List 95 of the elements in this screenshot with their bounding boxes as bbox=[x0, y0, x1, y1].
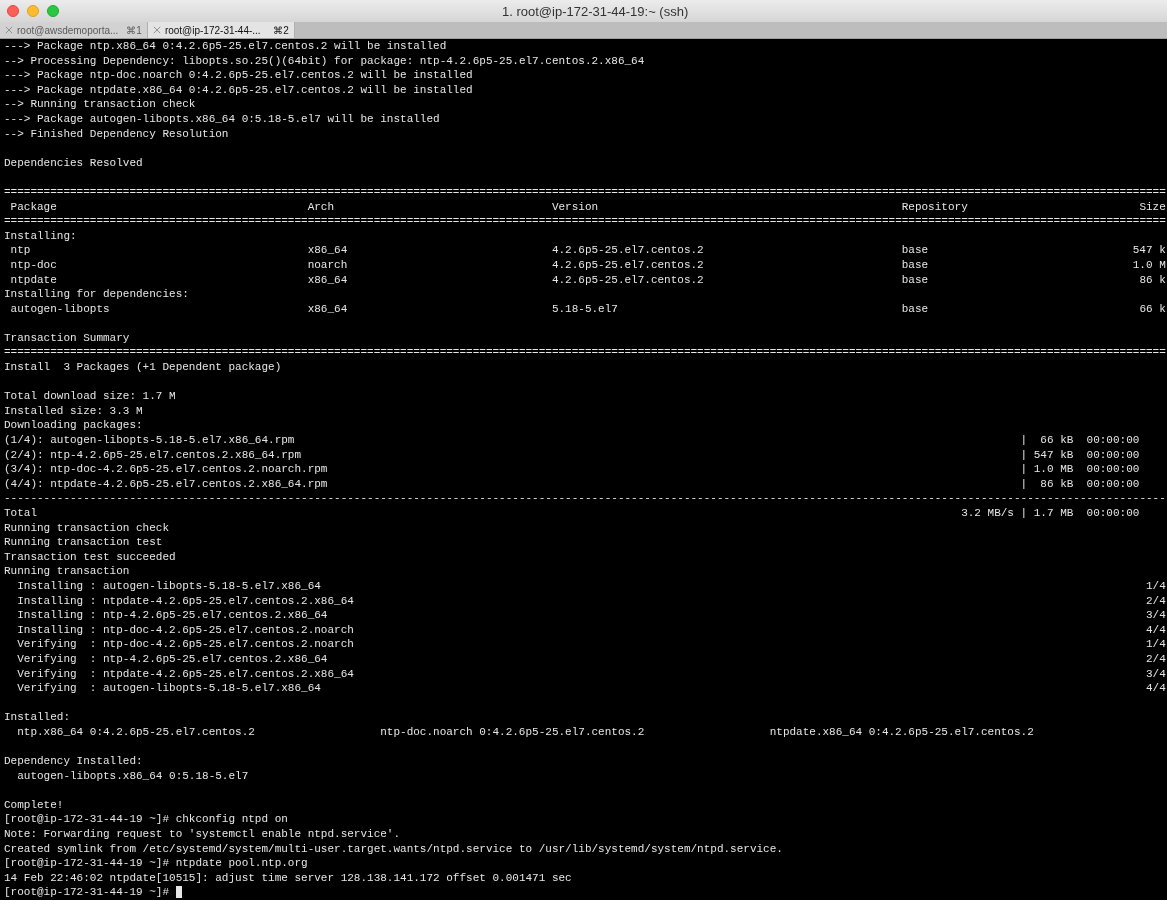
minimize-button[interactable] bbox=[27, 5, 39, 17]
terminal-line: ---> Package autogen-libopts.x86_64 0:5.18-5.el7 will be installed bbox=[4, 111, 440, 127]
column-header: Arch bbox=[307, 199, 336, 215]
terminal-line: 14 Feb 22:46:02 ntpdate[10515]: adjust time server 128.138.141.172 offset 0.001471 sec bbox=[4, 870, 572, 886]
table-cell-text: 4.2.6p5-25.el7.centos.2 bbox=[551, 257, 705, 273]
terminal-line: Install 3 Packages (+1 Dependent package) bbox=[4, 360, 282, 375]
table-cell: 86 k bbox=[1139, 272, 1166, 288]
progress-count: 3/4 bbox=[1145, 666, 1166, 682]
terminal-line: [root@ip-172-31-44-19 ~]# ntpdate pool.ntp.org bbox=[4, 856, 308, 871]
terminal-line: --> Finished Dependency Resolution bbox=[4, 126, 229, 142]
table-cell-text: x86_64 bbox=[307, 243, 349, 258]
divider-text: ================================================================================================================================================================================ bbox=[4, 345, 1166, 361]
table-cell-text: base bbox=[901, 243, 930, 258]
table-cell: 1.0 M bbox=[1132, 257, 1166, 273]
package-entry: ntpdate.x86_64 0:4.2.6p5-25.el7.centos.2 bbox=[769, 724, 1035, 740]
terminal-line: (1/4): autogen-libopts-5.18-5.el7.x86_64.rpm bbox=[4, 433, 295, 448]
terminal-line: Total download size: 1.7 M bbox=[4, 389, 176, 404]
progress-count: 2/4 bbox=[1145, 593, 1166, 609]
table-cell-text: 4.2.6p5-25.el7.centos.2 bbox=[551, 272, 705, 288]
terminal-line: Verifying : ntp-doc-4.2.6p5-25.el7.centos.2.noarch bbox=[16, 637, 354, 652]
terminal-line: (4/4): ntpdate-4.2.6p5-25.el7.centos.2.x86_64.rpm bbox=[4, 476, 328, 492]
terminal-line: autogen-libopts.x86_64 0:5.18-5.el7 bbox=[16, 768, 249, 784]
package-entry: ntp-doc.noarch 0:4.2.6p5-25.el7.centos.2 bbox=[380, 724, 646, 740]
terminal-line: Created symlink from /etc/systemd/system/multi-user.target.wants/ntpd.service to /usr/lib/systemd/system/ntpd.service. bbox=[4, 841, 783, 857]
download-stats: | 66 kB 00:00:00 bbox=[1020, 433, 1140, 448]
terminal-line: Running transaction bbox=[4, 564, 130, 579]
terminal-line: Installing : ntpdate-4.2.6p5-25.el7.centos.2.x86_64 bbox=[16, 593, 354, 609]
table-cell-text: autogen-libopts bbox=[9, 301, 111, 317]
table-cell-text: x86_64 bbox=[307, 272, 349, 288]
terminal-line: Note: Forwarding request to 'systemctl enable ntpd.service'. bbox=[4, 827, 401, 842]
column-header: Size bbox=[1139, 199, 1166, 215]
terminal-line: Dependencies Resolved bbox=[4, 155, 143, 171]
terminal-line: Verifying : ntp-4.2.6p5-25.el7.centos.2.x86_64 bbox=[16, 651, 328, 667]
column-header: Package bbox=[9, 199, 58, 215]
download-stats: | 1.0 MB 00:00:00 bbox=[1020, 462, 1140, 477]
table-cell: 547 k bbox=[1132, 243, 1166, 258]
terminal-line: ---> Package ntp-doc.noarch 0:4.2.6p5-25.el7.centos.2 will be installed bbox=[4, 68, 473, 83]
divider-text: ================================================================================================================================================================================ bbox=[4, 214, 1166, 229]
terminal-line: --> Running transaction check bbox=[4, 97, 196, 112]
terminal-line: Total bbox=[4, 506, 37, 521]
divider-text: ================================================================================================================================================================================ bbox=[4, 184, 1166, 200]
terminal-line: (3/4): ntp-doc-4.2.6p5-25.el7.centos.2.noarch.rpm bbox=[4, 462, 328, 477]
terminal-line: --> Processing Dependency: libopts.so.25()(64bit) for package: ntp-4.2.6p5-25.el7.centos.2.x86_64 bbox=[4, 53, 645, 69]
column-header: Version bbox=[551, 199, 600, 215]
download-stats: | 547 kB 00:00:00 bbox=[1020, 447, 1140, 463]
divider-text: -------------------------------------------------------------------------------------------------------------------------------------------------------------------------------- bbox=[4, 491, 1166, 506]
terminal-line: Installing : autogen-libopts-5.18-5.el7.x86_64 bbox=[16, 578, 321, 594]
table-cell: 66 k bbox=[1139, 301, 1166, 317]
close-icon[interactable] bbox=[152, 26, 161, 34]
table-cell-text: noarch bbox=[307, 257, 349, 273]
terminal-line: Installed size: 3.3 M bbox=[4, 403, 143, 419]
download-stats: 3.2 MB/s | 1.7 MB 00:00:00 bbox=[961, 506, 1140, 521]
table-cell-text: base bbox=[901, 257, 930, 273]
terminal-line: Downloading packages: bbox=[4, 418, 143, 434]
progress-count: 2/4 bbox=[1145, 651, 1166, 667]
terminal-line: [root@ip-172-31-44-19 ~]# chkconfig ntpd on bbox=[4, 812, 288, 828]
terminal-line: Installed: bbox=[4, 710, 70, 725]
table-cell-text: base bbox=[901, 301, 930, 317]
tab[interactable]: root@awsdemoporta... ⌘1 bbox=[0, 22, 148, 38]
terminal-line: ---> Package ntpdate.x86_64 0:4.2.6p5-25.el7.centos.2 will be installed bbox=[4, 82, 473, 98]
terminal-line: Installing : ntp-doc-4.2.6p5-25.el7.centos.2.noarch bbox=[16, 622, 354, 638]
zoom-button[interactable] bbox=[47, 5, 59, 17]
table-cell-text: ntpdate bbox=[9, 272, 58, 288]
terminal-line: Dependency Installed: bbox=[4, 754, 143, 769]
terminal-line: Transaction test succeeded bbox=[4, 549, 176, 565]
terminal-line: (2/4): ntp-4.2.6p5-25.el7.centos.2.x86_64.rpm bbox=[4, 447, 302, 463]
terminal-line: Verifying : ntpdate-4.2.6p5-25.el7.centos.2.x86_64 bbox=[16, 666, 354, 682]
table-cell-text: 4.2.6p5-25.el7.centos.2 bbox=[551, 243, 705, 258]
terminal-line: Installing : ntp-4.2.6p5-25.el7.centos.2.x86_64 bbox=[16, 608, 328, 623]
tab[interactable]: root@ip-172-31-44-... ⌘2 bbox=[147, 22, 295, 38]
close-button[interactable] bbox=[7, 5, 19, 17]
progress-count: 4/4 bbox=[1145, 681, 1166, 696]
progress-count: 4/4 bbox=[1145, 622, 1166, 638]
package-entry: ntp.x86_64 0:4.2.6p5-25.el7.centos.2 bbox=[16, 724, 256, 740]
table-cell-text: 5.18-5.el7 bbox=[551, 301, 619, 317]
progress-count: 3/4 bbox=[1145, 608, 1166, 623]
table-cell-text: x86_64 bbox=[307, 301, 349, 317]
progress-count: 1/4 bbox=[1145, 578, 1166, 594]
table-cell-text: ntp-doc bbox=[9, 257, 58, 273]
shell-prompt: [root@ip-172-31-44-19 ~]# bbox=[4, 885, 170, 900]
terminal-line: Running transaction test bbox=[4, 535, 163, 550]
terminal-line: ---> Package ntp.x86_64 0:4.2.6p5-25.el7.centos.2 will be installed bbox=[4, 39, 447, 54]
table-cell-text: ntp bbox=[9, 243, 32, 258]
download-stats: | 86 kB 00:00:00 bbox=[1020, 476, 1140, 492]
progress-count: 1/4 bbox=[1145, 637, 1166, 652]
terminal-line: Complete! bbox=[4, 797, 64, 813]
window-title: 1. root@ip-172-31-44-19:~ (ssh) bbox=[502, 3, 689, 19]
table-cell-text: base bbox=[901, 272, 930, 288]
terminal-line: Verifying : autogen-libopts-5.18-5.el7.x86_64 bbox=[16, 681, 321, 696]
close-icon[interactable] bbox=[5, 26, 13, 34]
terminal-line: Installing for dependencies: bbox=[4, 287, 189, 302]
column-header: Repository bbox=[901, 199, 969, 215]
terminal-line: Transaction Summary bbox=[4, 330, 130, 346]
terminal-line: Running transaction check bbox=[4, 520, 170, 536]
terminal-line: Installing: bbox=[4, 228, 77, 244]
